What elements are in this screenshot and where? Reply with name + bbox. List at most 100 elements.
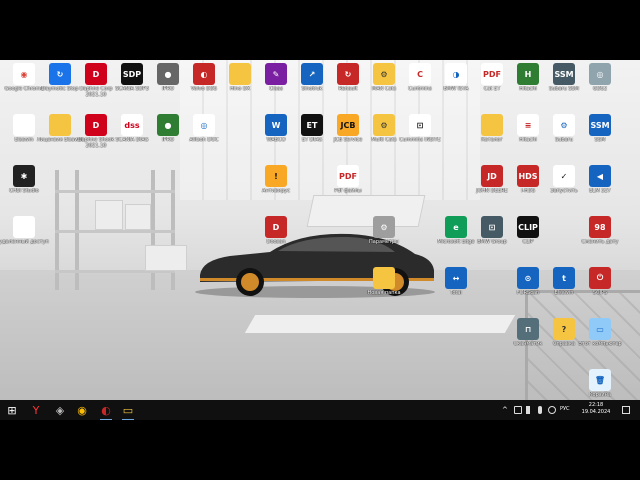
- app-icon: D: [265, 216, 287, 238]
- desktop-icon-label: GDS2: [592, 86, 608, 92]
- language-indicator[interactable]: РУС: [560, 406, 570, 412]
- desktop-icon[interactable]: ◎ GDS2: [574, 63, 626, 92]
- app-icon: 98: [589, 216, 611, 238]
- desktop-icon-label: Новая папка: [367, 290, 401, 296]
- app-icon: [49, 114, 71, 136]
- desktop-icon[interactable]: ⚙ Параметры: [358, 216, 410, 245]
- desktop-icon[interactable]: ! Антивирус: [250, 165, 302, 194]
- desktop-icon[interactable]: 🗑 Корзина: [574, 369, 626, 398]
- microphone-icon[interactable]: [538, 406, 542, 414]
- app-icon: ▭: [589, 318, 611, 340]
- desktop-icon-label: CHSI Studio: [9, 188, 39, 194]
- app-icon: t: [553, 267, 575, 289]
- floor-marking: [244, 315, 516, 333]
- app-icon: ⚙: [373, 63, 395, 85]
- desktop-icon-label: Антивирус: [262, 188, 290, 194]
- notifications-icon[interactable]: [622, 406, 630, 414]
- desktop-icon[interactable]: ↔ Total: [430, 267, 482, 296]
- app-icon: ↗: [301, 63, 323, 85]
- desktop[interactable]: ◉ Google Chrome ↻ Daymotic Stop Elsawin Лицен…: [0, 60, 640, 400]
- desktop-icon[interactable]: ✱ CHSI Studio: [0, 165, 50, 194]
- network-icon[interactable]: [514, 406, 522, 414]
- desktop-icon-label: CLIP: [522, 239, 534, 245]
- app-icon: ⊙: [517, 267, 539, 289]
- app-icon: ⚙: [373, 114, 395, 136]
- desktop-icon-label: Pdf файлы: [334, 188, 362, 194]
- app-icon: ✱: [13, 165, 35, 187]
- desktop-icon[interactable]: 98 Сменить дату: [574, 216, 626, 245]
- app-icon: ◀: [589, 165, 611, 187]
- desktop-icon-label: Cummins INSITE: [399, 137, 441, 143]
- desktop-icon[interactable]: ◀ ELM 327: [574, 165, 626, 194]
- desktop-icon-label: Сменить дату: [581, 239, 619, 245]
- clock-time: 22:18: [588, 402, 604, 408]
- app-icon: W: [265, 114, 287, 136]
- top-letterbox: [0, 0, 640, 60]
- app-icon: ◎: [589, 63, 611, 85]
- app-icon: ◉: [13, 63, 35, 85]
- desktop-icon-label: ELM 327: [589, 188, 611, 194]
- app-icon: ⚙: [373, 216, 395, 238]
- start-button[interactable]: ⊞: [4, 402, 20, 418]
- desktop-icon[interactable]: ⊡ Cummins INSITE: [394, 114, 446, 143]
- app-icon: ◎: [193, 114, 215, 136]
- app-icon: ●: [157, 114, 179, 136]
- desktop-icon[interactable]: ▭ Этот компьютер: [574, 318, 626, 347]
- desktop-icon-label: SSM: [594, 137, 606, 143]
- desktop-icon-label: SCIPS: [592, 290, 608, 296]
- shelving-unit: [55, 170, 187, 290]
- app-icon: C: [409, 63, 431, 85]
- speaker-icon[interactable]: [548, 406, 556, 414]
- yandex-browser[interactable]: Y: [28, 402, 44, 418]
- desktop-icon[interactable]: ⏻ SCIPS: [574, 267, 626, 296]
- active-indicator: [100, 419, 112, 420]
- app-icon: [481, 114, 503, 136]
- desktop-icon[interactable]: SSM SSM: [574, 114, 626, 143]
- desktop-icon[interactable]: ◎ Allison DOC: [178, 114, 230, 143]
- volume-icon[interactable]: [526, 406, 534, 414]
- chat-app[interactable]: ◈: [52, 402, 68, 418]
- desktop-icon-label: Total: [450, 290, 462, 296]
- desktop-icon-label: удаленный доступ: [0, 239, 49, 245]
- app-icon: CLIP: [517, 216, 539, 238]
- app-icon: ↻: [337, 63, 359, 85]
- app-icon: ✎: [265, 63, 287, 85]
- app-icon: ⊓: [517, 318, 539, 340]
- bottom-letterbox: [0, 420, 640, 480]
- app-icon: HDS: [517, 165, 539, 187]
- chrome-app[interactable]: ◉: [74, 402, 90, 418]
- desktop-icon-label: Параметры: [369, 239, 399, 245]
- app-icon: dss: [121, 114, 143, 136]
- daphne-app[interactable]: ◐: [98, 402, 114, 420]
- app-icon: JCB: [337, 114, 359, 136]
- desktop-icon[interactable]: Новая папка: [358, 267, 410, 296]
- desktop-icon[interactable]: PDF Pdf файлы: [322, 165, 374, 194]
- system-clock[interactable]: 22:18 19.04.2024: [578, 402, 614, 416]
- desktop-icon-label: Doosan: [266, 239, 286, 245]
- app-icon: e: [445, 216, 467, 238]
- app-icon: D: [85, 114, 107, 136]
- app-icon: ET: [301, 114, 323, 136]
- app-icon: H: [517, 63, 539, 85]
- app-icon: 🗑: [589, 369, 611, 391]
- app-icon: ◐: [193, 63, 215, 85]
- desktop-icon[interactable]: D Doosan: [250, 216, 302, 245]
- app-icon: ≡: [517, 114, 539, 136]
- app-icon: PDF: [481, 63, 503, 85]
- app-icon: ●: [157, 63, 179, 85]
- app-icon: ↻: [49, 63, 71, 85]
- chevron-up-icon[interactable]: ^: [502, 406, 510, 414]
- app-icon: ↔: [445, 267, 467, 289]
- app-icon: PDF: [337, 165, 359, 187]
- explorer-app[interactable]: ▭: [120, 402, 136, 420]
- app-icon: ⊡: [409, 114, 431, 136]
- desktop-icon[interactable]: CLIP CLIP: [502, 216, 554, 245]
- clock-date: 19.04.2024: [581, 409, 611, 415]
- app-icon: [229, 63, 251, 85]
- desktop-icon[interactable]: удаленный доступ: [0, 216, 50, 245]
- app-icon: ✓: [553, 165, 575, 187]
- app-icon: !: [265, 165, 287, 187]
- desktop-icon-label: Этот компьютер: [578, 341, 622, 347]
- active-indicator: [122, 419, 134, 420]
- app-icon: ◑: [445, 63, 467, 85]
